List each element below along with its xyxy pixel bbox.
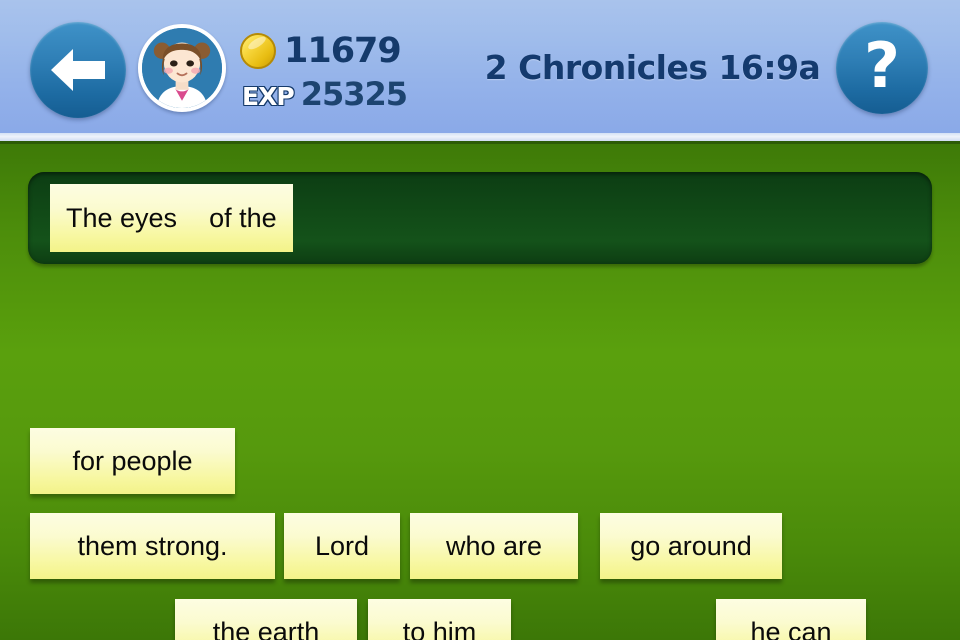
word-tile[interactable]: the earth (175, 599, 357, 640)
word-tile[interactable]: Lord (284, 513, 400, 579)
help-button[interactable]: ? (836, 22, 928, 114)
word-tile[interactable]: to him (368, 599, 511, 640)
girl-avatar-icon (142, 28, 222, 108)
exp-label: EXP (242, 82, 295, 111)
word-tile[interactable]: them strong. (30, 513, 275, 579)
avatar[interactable] (138, 24, 226, 112)
word-tile[interactable]: who are (410, 513, 578, 579)
word-tile[interactable]: for people (30, 428, 235, 494)
coin-counter: 11679 (240, 31, 402, 71)
coin-value: 11679 (284, 31, 402, 71)
question-mark-icon: ? (864, 29, 900, 102)
exp-value: 25325 (300, 75, 408, 113)
answer-tile[interactable]: The eyes (50, 184, 194, 252)
back-button[interactable] (30, 22, 126, 118)
exp-counter: EXP 25325 (242, 75, 408, 113)
game-screen: 11679 EXP 25325 2 Chronicles 16:9a ? The… (0, 0, 960, 640)
top-bar: 11679 EXP 25325 2 Chronicles 16:9a ? (0, 0, 960, 133)
left-arrow-icon (51, 49, 105, 91)
gold-coin-icon (240, 33, 276, 69)
word-tile[interactable]: he can (716, 599, 866, 640)
word-tile[interactable]: go around (600, 513, 782, 579)
header-divider-strip (0, 133, 960, 141)
answer-slot-tiles: The eyes of the (50, 184, 293, 252)
answer-slot[interactable]: The eyes of the (28, 172, 932, 264)
answer-tile[interactable]: of the (193, 184, 293, 252)
game-board: The eyes of the for people them strong. Lor… (0, 144, 960, 640)
score-block: 11679 EXP 25325 (240, 33, 440, 113)
page-title: 2 Chronicles 16:9a (484, 48, 821, 87)
